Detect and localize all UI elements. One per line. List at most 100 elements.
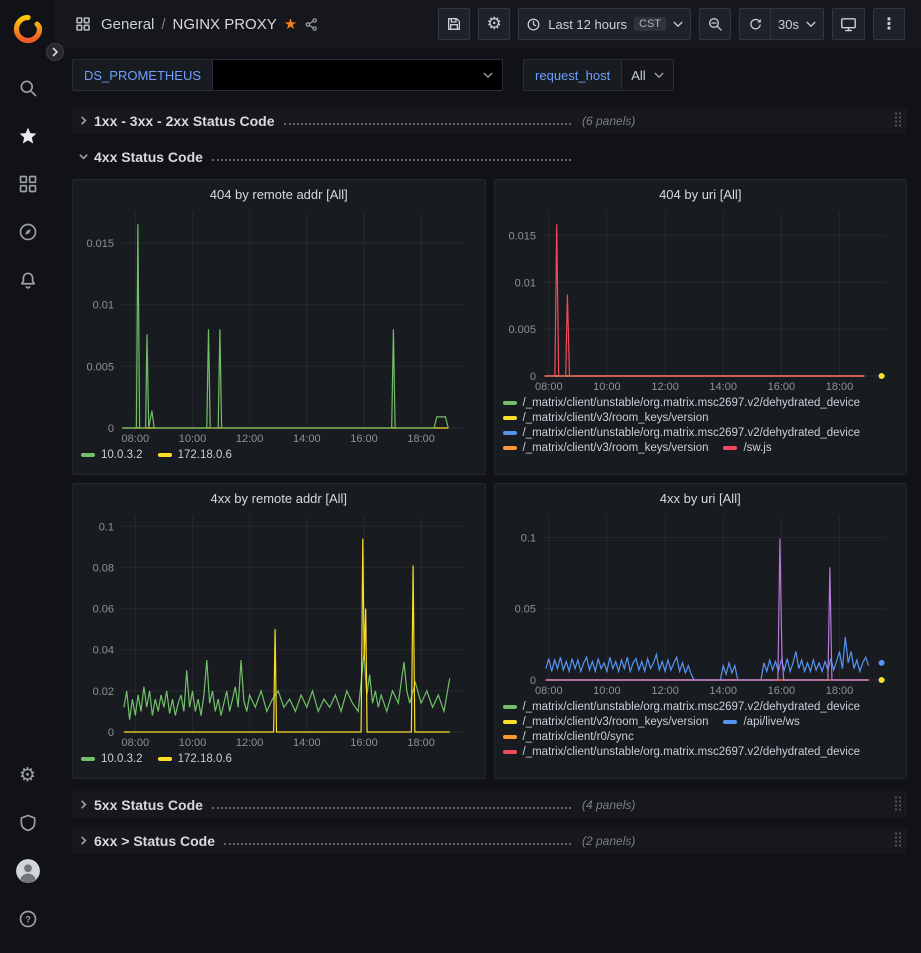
svg-text:10:00: 10:00 [179, 433, 207, 445]
legend-series-label: /_matrix/client/unstable/org.matrix.msc2… [523, 427, 861, 439]
svg-text:0.005: 0.005 [508, 324, 536, 336]
legend-series-marker [723, 446, 737, 450]
settings-gear-icon[interactable]: ⚙ [8, 755, 48, 795]
legend-item[interactable]: /_matrix/client/unstable/org.matrix.msc2… [503, 701, 861, 713]
sidebar: ⚙ ? [0, 0, 55, 953]
legend-item[interactable]: /sw.js [723, 442, 771, 454]
help-icon[interactable]: ? [8, 899, 48, 939]
refresh-interval-dropdown[interactable]: 30s [771, 8, 824, 40]
legend-item[interactable]: 10.0.3.2 [81, 449, 143, 461]
user-avatar[interactable] [8, 851, 48, 891]
row-title: 1xx - 3xx - 2xx Status Code [94, 113, 275, 129]
row-5xx[interactable]: 5xx Status Code (4 panels) [72, 791, 907, 818]
refresh-button[interactable] [739, 8, 771, 40]
row-title: 5xx Status Code [94, 797, 203, 813]
legend-item[interactable]: /api/live/ws [723, 716, 799, 728]
chevron-down-icon [806, 21, 816, 28]
legend-item[interactable]: /_matrix/client/unstable/org.matrix.msc2… [503, 746, 861, 758]
legend-series-label: /_matrix/client/v3/room_keys/version [523, 716, 709, 728]
search-icon[interactable] [8, 68, 48, 108]
security-shield-icon[interactable] [8, 803, 48, 843]
legend-series-label: /_matrix/client/r0/sync [523, 731, 634, 743]
row-4xx[interactable]: 4xx Status Code [72, 143, 907, 170]
chevron-right-icon [72, 799, 94, 810]
svg-text:10:00: 10:00 [593, 685, 621, 697]
panel-4xx-by-remote-addr: 4xx by remote addr [All] 00.020.040.060.… [72, 483, 486, 779]
legend-series-marker [158, 757, 172, 761]
save-dashboard-button[interactable] [438, 8, 470, 40]
chart-404-by-remote-addr[interactable]: 00.0050.010.01508:0010:0012:0014:0016:00… [81, 206, 476, 446]
explore-compass-icon[interactable] [8, 212, 48, 252]
share-icon[interactable] [304, 17, 319, 32]
panel-title[interactable]: 404 by remote addr [All] [81, 184, 477, 206]
variable-label-ds-prometheus[interactable]: DS_PROMETHEUS [72, 59, 213, 91]
row-drag-handle-icon[interactable] [889, 829, 907, 853]
legend-item[interactable]: /_matrix/client/unstable/org.matrix.msc2… [503, 427, 861, 439]
svg-text:0.015: 0.015 [86, 238, 114, 250]
timezone-badge: CST [634, 17, 666, 31]
chart-404-by-uri[interactable]: 00.0050.010.01508:0010:0012:0014:0016:00… [503, 206, 898, 394]
chart-legend: 10.0.3.2 172.18.0.6 [81, 750, 477, 765]
svg-text:0.02: 0.02 [93, 686, 114, 698]
svg-text:0: 0 [108, 727, 114, 739]
row-panel-count: (4 panels) [582, 798, 635, 812]
dashboards-icon[interactable] [8, 164, 48, 204]
time-range-picker[interactable]: Last 12 hours CST [518, 8, 691, 40]
legend-series-marker [503, 720, 517, 724]
sidebar-bottom-group: ⚙ ? [8, 751, 48, 943]
row-1xx-3xx-2xx[interactable]: 1xx - 3xx - 2xx Status Code (6 panels) [72, 107, 907, 134]
tv-kiosk-button[interactable] [832, 8, 865, 40]
datasource-select[interactable] [213, 59, 503, 91]
legend-series-marker [503, 431, 517, 435]
chart-4xx-by-remote-addr[interactable]: 00.020.040.060.080.108:0010:0012:0014:00… [81, 510, 476, 750]
panel-title[interactable]: 404 by uri [All] [503, 184, 899, 206]
legend-item[interactable]: /_matrix/client/v3/room_keys/version [503, 412, 709, 424]
dashboard-settings-button[interactable]: ⚙ [478, 8, 510, 40]
favorite-star-icon[interactable]: ★ [284, 17, 297, 32]
legend-series-label: /_matrix/client/v3/room_keys/version [523, 412, 709, 424]
breadcrumb-separator: / [161, 16, 165, 33]
legend-series-marker [723, 720, 737, 724]
sidebar-expand-toggle[interactable] [46, 43, 64, 61]
svg-text:16:00: 16:00 [350, 737, 378, 749]
legend-series-label: 10.0.3.2 [101, 753, 143, 765]
grafana-logo[interactable] [7, 8, 49, 50]
zoom-out-button[interactable] [699, 8, 731, 40]
breadcrumb-folder[interactable]: General [101, 16, 154, 33]
svg-text:08:00: 08:00 [122, 737, 150, 749]
chart-legend: 10.0.3.2 172.18.0.6 [81, 446, 477, 461]
row-drag-handle-icon[interactable] [889, 793, 907, 817]
legend-item[interactable]: 172.18.0.6 [158, 449, 232, 461]
svg-text:18:00: 18:00 [407, 737, 435, 749]
legend-item[interactable]: /_matrix/client/v3/room_keys/version [503, 716, 709, 728]
main-area: General / NGINX PROXY ★ [55, 0, 921, 953]
legend-item[interactable]: 172.18.0.6 [158, 753, 232, 765]
request-host-value: All [631, 68, 645, 83]
svg-text:0.01: 0.01 [93, 300, 114, 312]
panel-title[interactable]: 4xx by remote addr [All] [81, 488, 477, 510]
kebab-menu-button[interactable]: ⋮ [873, 8, 905, 40]
row-dotted-filler [212, 807, 571, 809]
row-dotted-filler [212, 159, 571, 161]
svg-text:0.005: 0.005 [86, 361, 114, 373]
svg-text:0.015: 0.015 [508, 230, 536, 242]
legend-item[interactable]: /_matrix/client/unstable/org.matrix.msc2… [503, 397, 861, 409]
panel-title[interactable]: 4xx by uri [All] [503, 488, 899, 510]
row-6xx[interactable]: 6xx > Status Code (2 panels) [72, 827, 907, 854]
chart-4xx-by-uri[interactable]: 00.050.108:0010:0012:0014:0016:0018:00 [503, 510, 898, 698]
legend-series-label: /_matrix/client/unstable/org.matrix.msc2… [523, 746, 861, 758]
legend-item[interactable]: /_matrix/client/v3/room_keys/version [503, 442, 709, 454]
starred-dashboards-icon[interactable] [8, 116, 48, 156]
row-drag-handle-icon[interactable] [889, 109, 907, 133]
legend-item[interactable]: /_matrix/client/r0/sync [503, 731, 634, 743]
dashboard-title[interactable]: NGINX PROXY [173, 16, 277, 33]
request-host-select[interactable]: All [622, 59, 673, 91]
row-panel-count: (2 panels) [582, 834, 635, 848]
apps-grid-icon[interactable] [75, 16, 91, 32]
chart-legend: /_matrix/client/unstable/org.matrix.msc2… [503, 698, 899, 758]
svg-text:14:00: 14:00 [293, 433, 321, 445]
variable-label-request-host[interactable]: request_host [523, 59, 622, 91]
alerting-bell-icon[interactable] [8, 260, 48, 300]
panel-4xx-by-uri: 4xx by uri [All] 00.050.108:0010:0012:00… [494, 483, 908, 779]
legend-item[interactable]: 10.0.3.2 [81, 753, 143, 765]
